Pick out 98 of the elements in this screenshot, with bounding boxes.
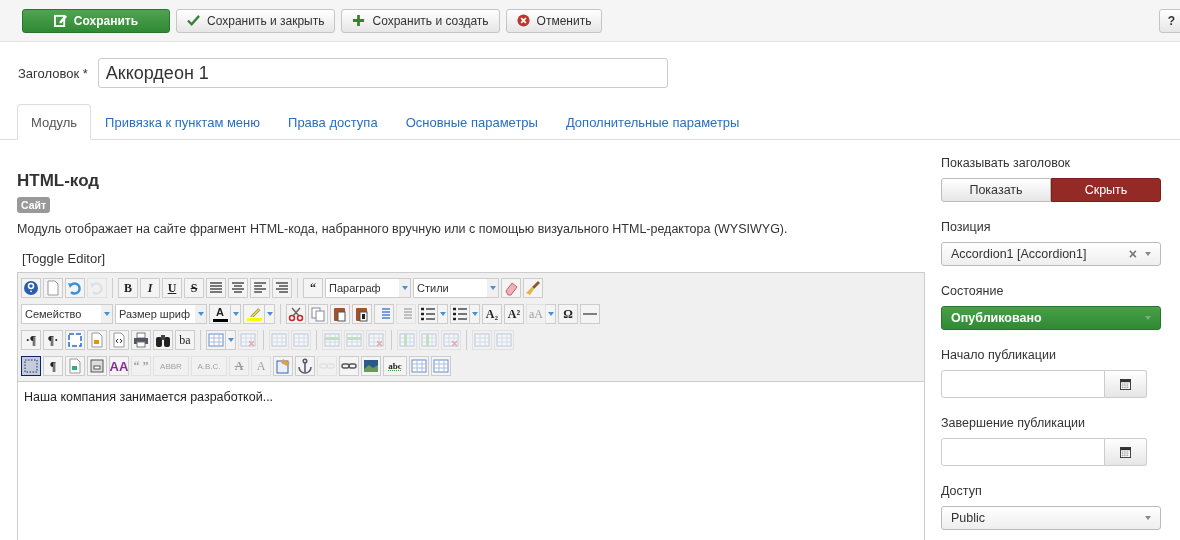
access-select[interactable]: Public [941,506,1161,530]
editor-select[interactable]: Стили [413,278,499,298]
highlight-button[interactable] [243,304,265,324]
column-insert-icon [421,332,437,348]
field-label: Позиция [941,220,992,234]
editor-button[interactable]: B [118,278,138,298]
table-icon [208,332,224,348]
title-field[interactable]: Аккордеон 1 [97,58,668,88]
editor-content[interactable]: Наша компания занимается разработкой... [18,382,924,412]
site-badge: Сайт [17,197,51,213]
help-button[interactable]: ? [1158,8,1180,33]
scissors-icon [288,306,304,322]
editor-select[interactable]: Семейство [21,304,113,324]
editor-button[interactable]: A₂ [482,304,502,324]
state-select[interactable]: Опубликовано [941,306,1161,330]
copy-icon [310,306,326,322]
eraser-icon [503,280,519,296]
undo-icon [67,280,83,296]
editor-button[interactable]: I [140,278,160,298]
clear-icon[interactable]: × [1128,246,1137,262]
field-label: Завершение публикации [941,416,1087,430]
editor-button[interactable]: “ [303,278,323,298]
align-left-icon [252,280,268,296]
bullet-list-icon [452,306,468,322]
editor-button[interactable] [21,356,41,376]
column-insert-icon [399,332,415,348]
edit-icon [53,14,67,27]
printer-icon [133,332,149,348]
editor-button[interactable]: U [162,278,182,298]
table-icon [496,332,512,348]
toggle-option[interactable]: Показать [941,178,1051,202]
cancel-icon [516,14,530,27]
help-icon [23,280,39,296]
check-icon [187,14,200,27]
table-icon [474,332,490,348]
column-delete-icon [443,332,459,348]
toolbar-button[interactable]: Отменить [505,8,603,33]
tab[interactable]: Дополнительные параметры [551,104,754,140]
editor-button[interactable]: S [184,278,204,298]
editor-button[interactable]: A² [504,304,524,324]
anchor-icon [297,358,313,374]
toolbar-button[interactable]: Сохранить и создать [341,8,500,33]
editor-button[interactable]: Ω [558,304,578,324]
font-color-button[interactable]: A [209,304,231,324]
toolbar-button[interactable]: Сохранить и закрыть [176,8,336,33]
code-icon [111,332,127,348]
row-insert-icon [324,332,340,348]
calendar-icon [1120,378,1131,390]
date-field[interactable] [941,370,1105,398]
module-heading: HTML-код [17,171,100,191]
editor-button[interactable]: abc [383,356,407,376]
title-label: Заголовок * [18,65,88,81]
horizontal-line-icon [583,313,597,315]
table-delete-icon [240,332,256,348]
numbered-list-icon [420,306,436,322]
image-icon [363,358,379,374]
editor-button[interactable]: ¶ [43,356,63,376]
binoculars-icon [155,332,171,348]
row-delete-icon [368,332,384,348]
field-label: Доступ [941,484,983,498]
clipboard-text-icon [354,306,370,322]
align-right-icon [274,280,290,296]
editor-select[interactable]: Размер шриф [115,304,207,324]
editor-select[interactable]: Параграф [325,278,411,298]
grid-icon [23,358,39,374]
template-icon [67,358,83,374]
tab[interactable]: Права доступа [274,104,392,140]
editor-button[interactable]: AA [109,356,129,376]
tab[interactable]: Основные параметры [391,104,552,140]
form-icon [275,358,291,374]
calendar-button[interactable] [1105,370,1147,398]
calendar-button[interactable] [1105,438,1147,466]
plus-icon [352,14,366,27]
calendar-icon [1120,446,1131,458]
clipboard-icon [332,306,348,322]
page-break-icon [89,358,105,374]
module-description: Модуль отображает на сайте фрагмент HTML-кода, набранного вручную или с помощью визуального HTML-редактора (WYSIWYG). [17,222,788,236]
field-label: Состояние [941,284,1005,298]
justify-icon [208,280,224,296]
tab[interactable]: Привязка к пунктам меню [91,104,275,140]
field-label: Начало публикации [941,348,1057,362]
editor-button[interactable]: ba [175,330,195,350]
align-center-icon [230,280,246,296]
tab[interactable]: Модуль [17,104,92,140]
field-label: Показывать заголовок [941,156,1072,170]
fullscreen-icon [67,332,83,348]
editor-button[interactable]: ¶· [43,330,63,350]
toggle-option[interactable]: Скрыть [1051,178,1161,202]
preview-icon [89,332,105,348]
toolbar-button[interactable]: Сохранить [22,8,170,33]
date-field[interactable] [941,438,1105,466]
new-document-icon [45,280,61,296]
toggle-editor-link[interactable]: [Toggle Editor] [22,251,106,266]
brush-icon [525,280,541,296]
editor-button[interactable]: ·¶ [21,330,41,350]
marker-icon [247,307,261,317]
row-insert-icon [346,332,362,348]
position-select[interactable]: Accordion1 [Accordion1] × [941,242,1161,266]
